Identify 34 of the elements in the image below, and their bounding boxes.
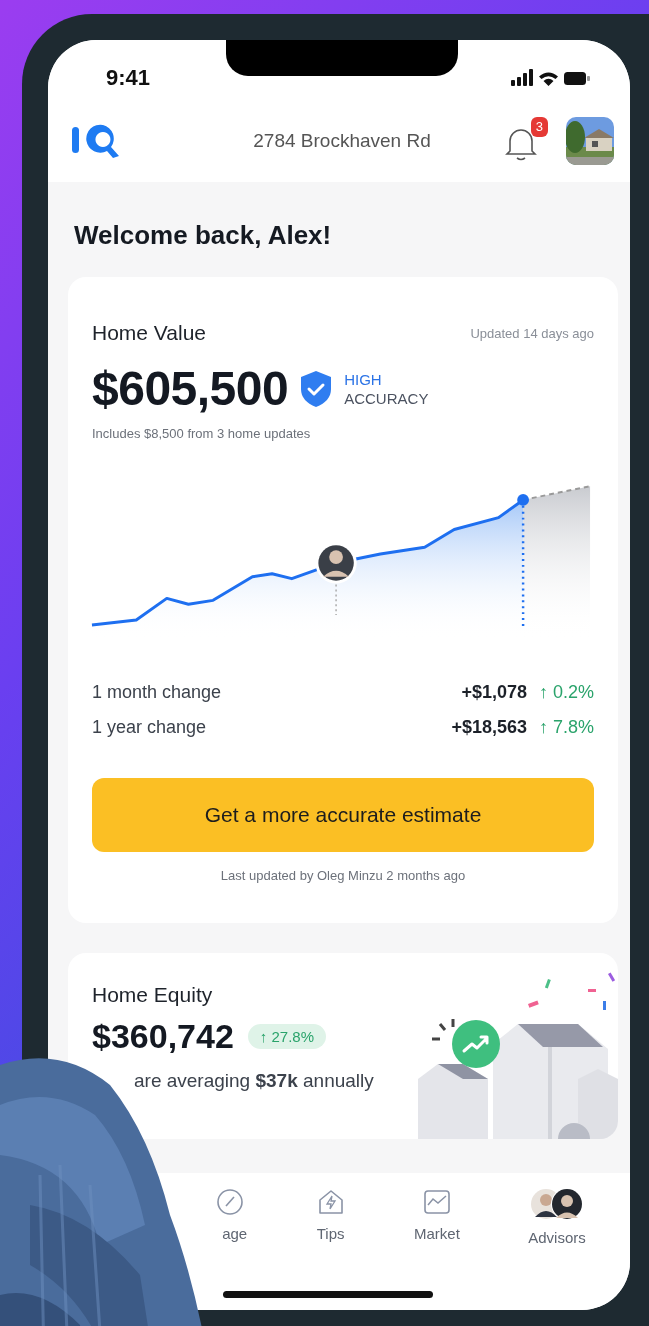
nav-tab-label[interactable]: Advisors [528,1229,586,1246]
advisor-avatars [529,1187,585,1221]
wifi-icon [539,70,558,86]
nav-tab-label[interactable]: Tips [316,1225,345,1242]
equity-summary: are averaging $37k annually [133,1070,374,1092]
change-percent: ↑ 0.2% [538,682,594,703]
change-label: 1 year change [92,717,208,738]
change-label: 1 month change [92,682,223,703]
value-note: Includes $8,500 from 3 home updates [92,426,312,441]
equity-change: ↑ 27.8% [247,1024,326,1049]
chart-icon [421,1187,452,1217]
nav-tab-label[interactable]: age [222,1225,248,1242]
equity-amount: $360,742 [92,1017,234,1056]
notification-count: 3 [530,117,548,137]
advisor-avatar[interactable] [315,542,357,584]
updated-label: Updated 14 days ago [470,325,594,341]
last-updated-caption: Last updated by Oleg Minzu 2 months ago [219,868,467,883]
estimate-button[interactable]: Get a more accurate estimate [92,778,594,852]
address-title[interactable]: 2784 Brockhaven Rd [180,130,504,152]
greeting-heading: Welcome back, Alex! [74,220,333,251]
status-time: 9:41 [106,65,151,91]
advisor-marker-line [335,583,337,616]
accuracy-label: ACCURACY [344,388,429,408]
home-value-amount: $605,500 [92,361,289,416]
signal-icon [511,69,533,87]
card-title: Home Equity [92,983,214,1007]
change-percent: ↑ 7.8% [538,717,594,738]
gauge-icon [214,1187,245,1217]
change-amount: +$1,078 [461,682,527,703]
nav-tab-label[interactable]: Market [414,1225,460,1242]
battery-icon [564,71,590,85]
accuracy-label: HIGH [344,369,383,389]
card-title: Home Value [92,321,206,345]
change-amount: +$18,563 [451,717,527,738]
